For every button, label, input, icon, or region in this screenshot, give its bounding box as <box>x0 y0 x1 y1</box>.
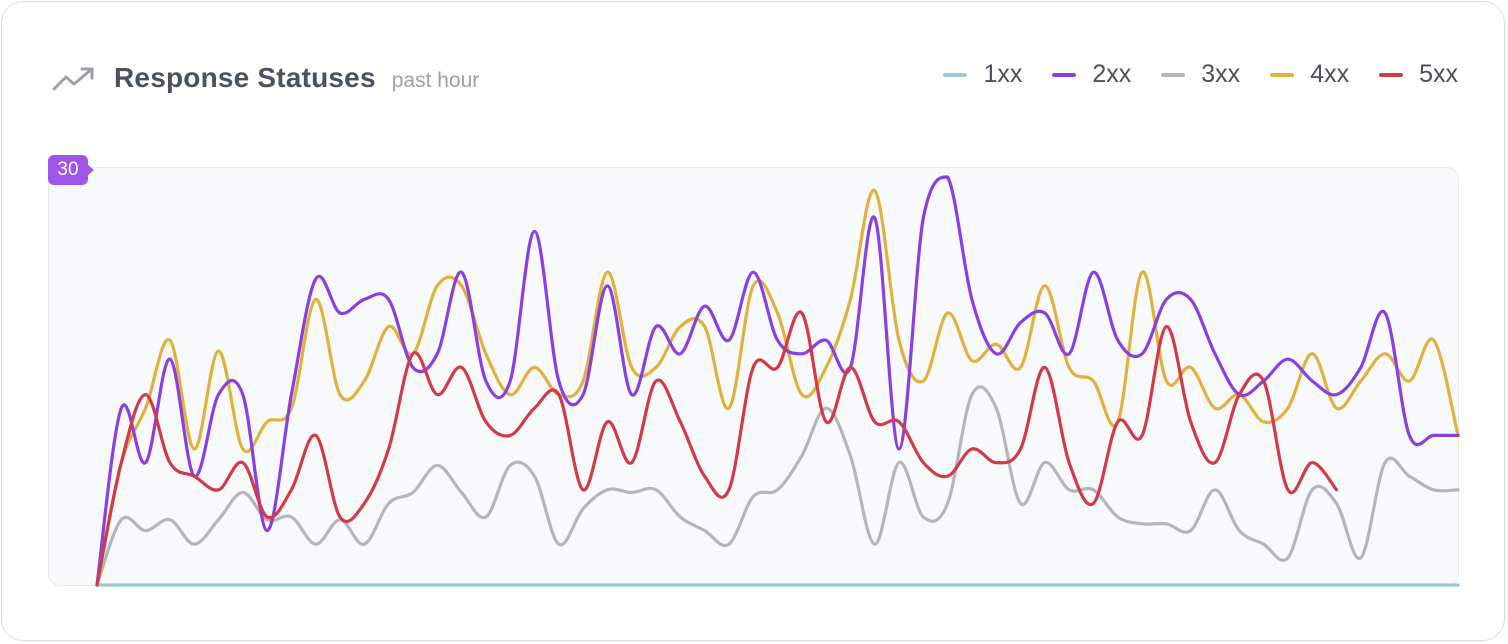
series-line-2xx <box>95 175 1460 587</box>
series-line-3xx <box>95 385 1460 587</box>
y-max-badge: 30 <box>48 155 94 185</box>
line-chart <box>95 175 1460 587</box>
